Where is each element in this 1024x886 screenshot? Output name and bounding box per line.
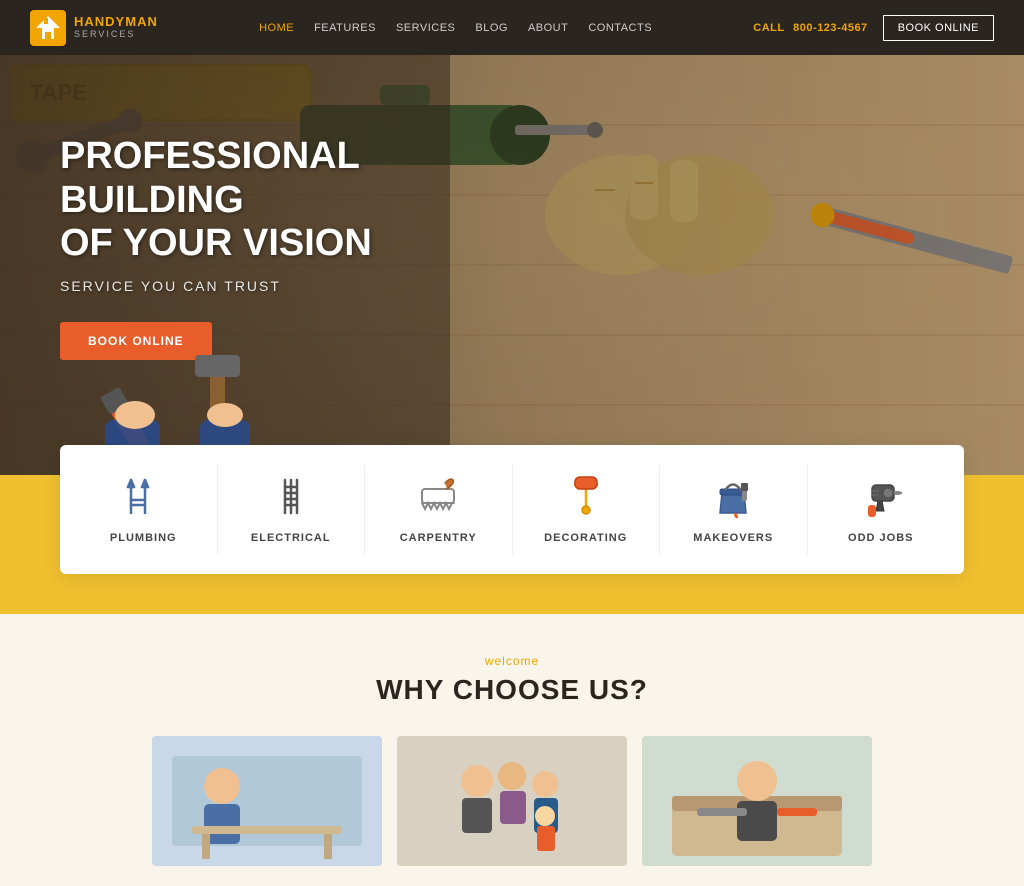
service-plumbing[interactable]: PLUMBING <box>70 465 218 554</box>
services-bar: PLUMBING ELECTRICAL <box>60 445 964 574</box>
makeovers-label: MAKEOVERS <box>693 532 773 544</box>
services-wrapper: PLUMBING ELECTRICAL <box>0 475 1024 614</box>
nav-home[interactable]: HOME <box>259 22 294 34</box>
why-title: WHY CHOOSE US? <box>60 674 964 706</box>
logo-text: HANDYMAN SERVICES <box>74 15 158 39</box>
electrical-label: ELECTRICAL <box>251 532 331 544</box>
makeovers-icon <box>711 475 756 520</box>
nav-features[interactable]: FEATURES <box>314 22 376 34</box>
main-nav: HOME FEATURES SERVICES BLOG ABOUT CONTAC… <box>259 22 652 34</box>
site-header: HANDYMAN SERVICES HOME FEATURES SERVICES… <box>0 0 1024 55</box>
hero-subtitle: SERVICE YOU CAN TRUST <box>60 278 460 294</box>
service-odd-jobs[interactable]: ODD JOBS <box>808 465 955 554</box>
phone-number[interactable]: 800-123-4567 <box>793 22 868 34</box>
why-card-2[interactable] <box>397 736 627 866</box>
odd-jobs-label: ODD JOBS <box>848 532 913 544</box>
nav-blog[interactable]: BLOG <box>475 22 508 34</box>
logo-icon <box>30 10 66 46</box>
decorating-icon <box>563 475 608 520</box>
nav-services[interactable]: SERVICES <box>396 22 455 34</box>
why-welcome: welcome <box>60 654 964 668</box>
service-electrical[interactable]: ELECTRICAL <box>218 465 366 554</box>
service-decorating[interactable]: DECORATING <box>513 465 661 554</box>
header-right: CALL 800-123-4567 BOOK ONLINE <box>753 15 994 41</box>
book-online-header[interactable]: BOOK ONLINE <box>883 15 994 41</box>
why-card-1[interactable] <box>152 736 382 866</box>
service-carpentry[interactable]: CARPENTRY <box>365 465 513 554</box>
nav-about[interactable]: ABOUT <box>528 22 568 34</box>
plumbing-label: PLUMBING <box>110 532 177 544</box>
why-cards <box>60 736 964 866</box>
odd-jobs-icon <box>858 475 903 520</box>
decorating-label: DECORATING <box>544 532 627 544</box>
logo[interactable]: HANDYMAN SERVICES <box>30 10 158 46</box>
carpentry-label: CARPENTRY <box>400 532 477 544</box>
call-info: CALL 800-123-4567 <box>753 22 867 34</box>
hero-title: PROFESSIONAL BUILDING OF YOUR VISION <box>60 135 460 266</box>
why-choose-section: welcome WHY CHOOSE US? <box>0 614 1024 886</box>
electrical-icon <box>268 475 313 520</box>
hero-section: TAPE <box>0 55 1024 475</box>
nav-contacts[interactable]: CONTACTS <box>588 22 652 34</box>
service-makeovers[interactable]: MAKEOVERS <box>660 465 808 554</box>
why-card-3[interactable] <box>642 736 872 866</box>
plumbing-icon <box>121 475 166 520</box>
carpentry-icon <box>416 475 461 520</box>
